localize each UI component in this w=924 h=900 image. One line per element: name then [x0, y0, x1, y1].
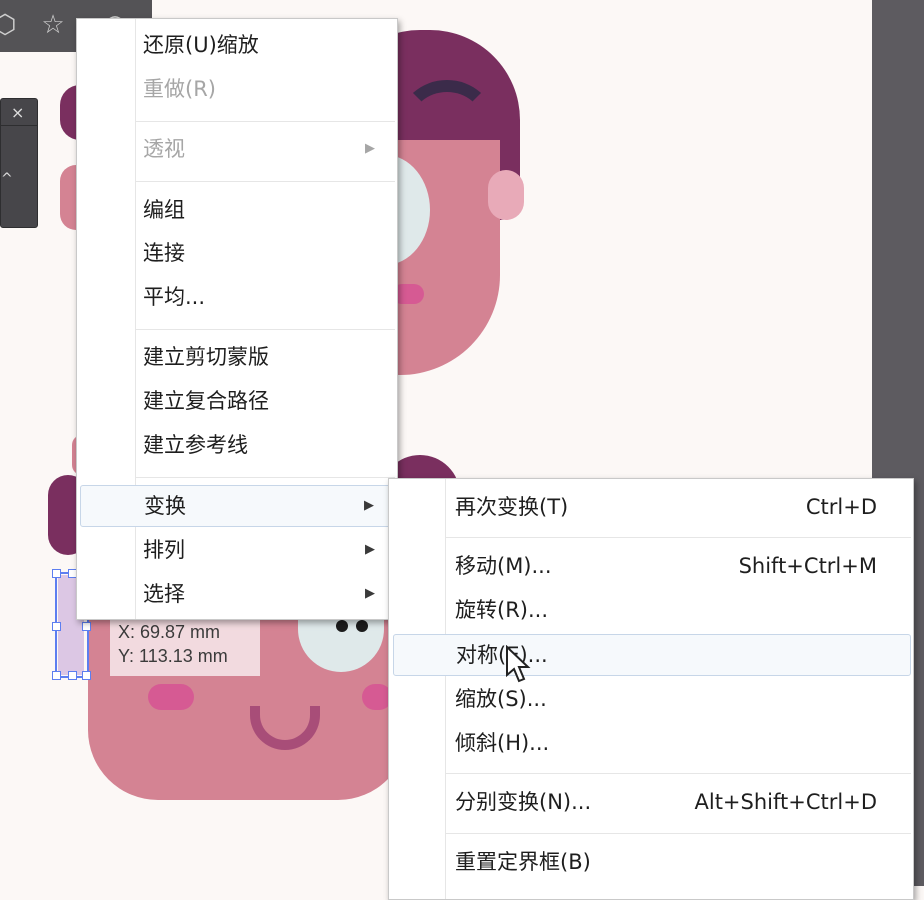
- menu-item-make-clipping-mask[interactable]: 建立剪切蒙版: [77, 337, 397, 377]
- shape-icon[interactable]: ⬡: [0, 10, 20, 40]
- menu-item-label: 连接: [143, 241, 185, 265]
- menu-item-label: 建立参考线: [143, 433, 248, 457]
- menu-item-move[interactable]: 移动(M)... Shift+Ctrl+M: [389, 546, 913, 586]
- menu-item-shortcut: Alt+Shift+Ctrl+D: [694, 790, 878, 814]
- menu-item-label: 倾斜(H)...: [455, 731, 550, 755]
- menu-item-undo-zoom[interactable]: 还原(U)缩放: [77, 25, 397, 65]
- menu-separator: [135, 181, 395, 182]
- menu-item-average[interactable]: 平均...: [77, 277, 397, 317]
- submenu-arrow-icon: ▶: [365, 586, 375, 601]
- menu-item-rotate[interactable]: 旋转(R)...: [389, 590, 913, 630]
- lower-pupil-right: [356, 620, 368, 632]
- menu-item-label: 移动(M)...: [455, 554, 552, 578]
- submenu-arrow-icon: ▶: [365, 542, 375, 557]
- upper-ear: [488, 170, 524, 220]
- lower-pupil-left: [336, 620, 348, 632]
- selection-handle[interactable]: [52, 671, 61, 680]
- menu-item-label: 排列: [143, 538, 185, 562]
- menu-item-arrange[interactable]: 排列 ▶: [77, 530, 397, 570]
- menu-item-join[interactable]: 连接: [77, 233, 397, 273]
- mouse-cursor-icon: [506, 645, 531, 683]
- menu-item-label: 重做(R): [143, 77, 216, 101]
- menu-separator: [445, 773, 911, 774]
- star-icon[interactable]: ☆: [38, 10, 68, 40]
- x-coordinate: X: 69.87 mm: [118, 622, 221, 642]
- close-icon[interactable]: ×: [11, 105, 24, 121]
- menu-item-make-compound-path[interactable]: 建立复合路径: [77, 381, 397, 421]
- submenu-arrow-icon: ▶: [364, 498, 374, 513]
- menu-item-shortcut: Ctrl+D: [805, 495, 877, 519]
- menu-separator: [135, 477, 395, 478]
- menu-item-label: 建立复合路径: [143, 389, 269, 413]
- selection-handle[interactable]: [52, 569, 61, 578]
- coordinate-tooltip: X: 69.87 mm Y: 113.13 mm: [110, 620, 260, 676]
- menu-item-shortcut: Shift+Ctrl+M: [738, 554, 877, 578]
- menu-item-select[interactable]: 选择 ▶: [77, 574, 397, 614]
- menu-item-reset-bounding-box[interactable]: 重置定界框(B): [389, 842, 913, 882]
- menu-item-label: 建立剪切蒙版: [143, 345, 269, 369]
- selection-handle[interactable]: [82, 671, 91, 680]
- menu-item-label: 平均...: [143, 285, 206, 309]
- menu-item-label: 重置定界框(B): [455, 850, 591, 874]
- menu-item-label: 缩放(S)...: [455, 687, 547, 711]
- menu-separator: [445, 833, 911, 834]
- menu-item-transform[interactable]: 变换 ▶: [80, 485, 394, 527]
- chevron-up-icon[interactable]: ^: [1, 171, 13, 187]
- selection-handle[interactable]: [52, 622, 61, 631]
- menu-item-scale[interactable]: 缩放(S)...: [389, 679, 913, 719]
- menu-item-label: 变换: [144, 494, 186, 518]
- menu-separator: [135, 121, 395, 122]
- menu-item-transform-each[interactable]: 分别变换(N)... Alt+Shift+Ctrl+D: [389, 782, 913, 822]
- menu-gutter: [135, 19, 136, 619]
- panel-divider: [1, 125, 37, 126]
- selection-handle[interactable]: [68, 671, 77, 680]
- menu-item-label: 还原(U)缩放: [143, 33, 259, 57]
- menu-item-label: 编组: [143, 198, 185, 222]
- menu-item-redo[interactable]: 重做(R): [77, 69, 397, 109]
- menu-item-label: 对称(E)...: [456, 643, 548, 667]
- floating-panel: × ^: [0, 98, 38, 228]
- menu-item-make-guides[interactable]: 建立参考线: [77, 425, 397, 465]
- menu-item-group[interactable]: 编组: [77, 190, 397, 230]
- menu-item-transform-again[interactable]: 再次变换(T) Ctrl+D: [389, 487, 913, 527]
- menu-item-label: 分别变换(N)...: [455, 790, 592, 814]
- menu-item-label: 旋转(R)...: [455, 598, 549, 622]
- context-menu: 还原(U)缩放 重做(R) 透视 ▶ 编组 连接 平均... 建立剪切蒙版 建立…: [76, 18, 398, 620]
- menu-item-label: 透视: [143, 137, 185, 161]
- menu-item-label: 选择: [143, 582, 185, 606]
- menu-item-perspective[interactable]: 透视 ▶: [77, 129, 397, 169]
- lower-cheek-left: [148, 684, 194, 710]
- submenu-arrow-icon: ▶: [365, 141, 375, 156]
- menu-separator: [135, 329, 395, 330]
- transform-submenu: 再次变换(T) Ctrl+D 移动(M)... Shift+Ctrl+M 旋转(…: [388, 478, 914, 900]
- menu-item-label: 再次变换(T): [455, 495, 569, 519]
- menu-item-shear[interactable]: 倾斜(H)...: [389, 723, 913, 763]
- menu-separator: [445, 537, 911, 538]
- menu-item-reflect[interactable]: 对称(E)...: [393, 634, 911, 676]
- selection-handle[interactable]: [82, 622, 91, 631]
- y-coordinate: Y: 113.13 mm: [118, 646, 228, 666]
